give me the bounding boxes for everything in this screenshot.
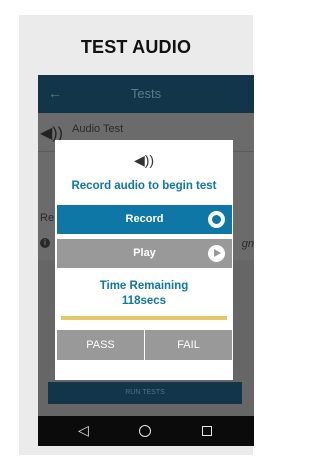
app-bar: ← Tests (38, 75, 254, 113)
card-title: TEST AUDIO (80, 37, 192, 57)
time-remaining-value: 118secs (121, 295, 167, 307)
time-remaining-label: Time Remaining (99, 280, 189, 292)
record-audio-dialog: ◀)) Record audio to begin test Record Pl… (55, 140, 233, 380)
progress-fill (61, 316, 227, 320)
record-icon (208, 211, 225, 228)
play-button[interactable]: Play (57, 239, 232, 268)
list-item-label: Re (40, 212, 55, 224)
play-icon (208, 245, 225, 262)
nav-recents-icon[interactable] (202, 426, 212, 436)
record-button-label: Record (125, 213, 164, 225)
android-nav-bar: ◁ (38, 416, 254, 446)
run-tests-button[interactable]: RUN TESTS (48, 382, 242, 404)
app-bar-title: Tests (130, 86, 162, 101)
nav-back-icon[interactable]: ◁ (78, 422, 89, 439)
pass-button[interactable]: PASS (57, 330, 144, 360)
dialog-message: Record audio to begin test (71, 180, 217, 192)
list-item-label: gn (241, 238, 254, 250)
fail-button[interactable]: FAIL (145, 330, 232, 360)
nav-home-icon[interactable] (139, 425, 151, 437)
play-button-label: Play (133, 247, 156, 259)
info-icon: i (40, 238, 50, 248)
record-button[interactable]: Record (57, 205, 232, 234)
speaker-icon: ◀)) (133, 152, 155, 168)
progress-bar (61, 316, 227, 320)
list-item-label: Audio Test (72, 123, 124, 135)
